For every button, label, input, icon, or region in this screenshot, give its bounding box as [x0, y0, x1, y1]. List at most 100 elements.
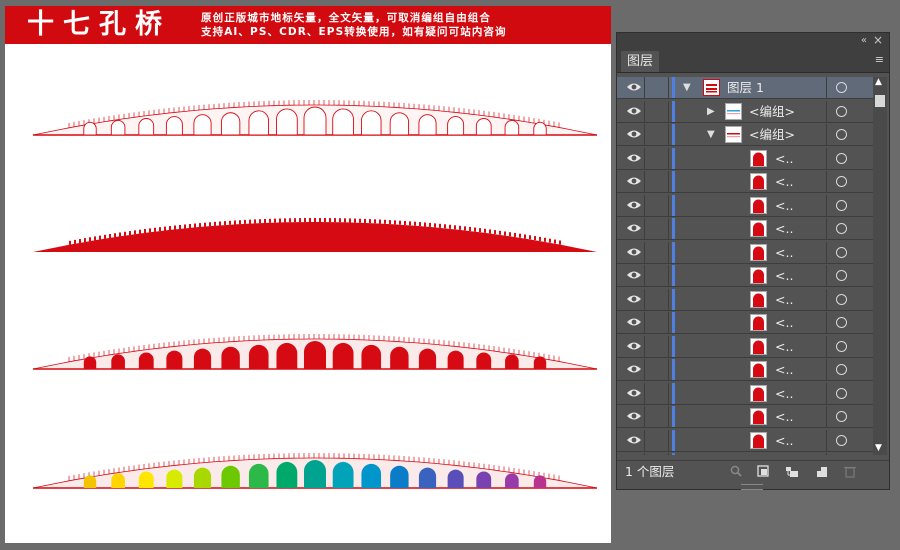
path-name[interactable]: <..: [775, 408, 793, 425]
visibility-toggle[interactable]: [623, 335, 645, 357]
visibility-eye-icon[interactable]: [626, 317, 642, 327]
path-row[interactable]: <..: [617, 406, 873, 428]
close-panel-icon[interactable]: ×: [873, 33, 883, 48]
artboard[interactable]: 十七孔桥 原创正版城市地标矢量，全文矢量，可取消编组自由组合 支持AI、PS、C…: [5, 6, 611, 543]
visibility-eye-icon[interactable]: [626, 247, 642, 257]
visibility-toggle[interactable]: [623, 147, 645, 169]
path-name[interactable]: <..: [775, 220, 793, 237]
panel-menu-icon[interactable]: ≡: [875, 53, 884, 67]
lock-toggle[interactable]: [645, 265, 669, 286]
visibility-toggle[interactable]: [623, 77, 645, 98]
target-circle-icon[interactable]: [836, 411, 847, 422]
visibility-eye-icon[interactable]: [626, 176, 642, 186]
visibility-toggle[interactable]: [623, 265, 645, 286]
target-circle-icon[interactable]: [836, 176, 847, 187]
path-name[interactable]: <..: [775, 314, 793, 331]
path-name[interactable]: <..: [775, 338, 793, 355]
visibility-toggle[interactable]: [623, 288, 645, 310]
delete-layer-icon[interactable]: [843, 465, 857, 478]
visibility-toggle[interactable]: [623, 124, 645, 145]
path-row[interactable]: <..: [617, 194, 873, 217]
lock-toggle[interactable]: [645, 359, 669, 380]
target-circle-icon[interactable]: [836, 246, 847, 258]
visibility-eye-icon[interactable]: [626, 364, 642, 374]
path-row[interactable]: <..: [617, 382, 873, 405]
visibility-toggle[interactable]: [623, 194, 645, 216]
tab-layers[interactable]: 图层: [621, 51, 660, 72]
target-circle-icon[interactable]: [836, 270, 847, 281]
visibility-eye-icon[interactable]: [626, 270, 642, 280]
path-row[interactable]: <..: [617, 429, 873, 452]
visibility-eye-icon[interactable]: [626, 294, 642, 304]
layer-row[interactable]: ▼ 图层 1: [617, 77, 873, 99]
path-row[interactable]: <..: [617, 359, 873, 381]
path-row[interactable]: <..: [617, 335, 873, 358]
path-row[interactable]: <..: [617, 288, 873, 311]
visibility-toggle[interactable]: [623, 359, 645, 380]
visibility-eye-icon[interactable]: [626, 341, 642, 351]
visibility-toggle[interactable]: [623, 171, 645, 192]
path-name[interactable]: <..: [775, 244, 793, 261]
visibility-toggle[interactable]: [623, 429, 645, 451]
visibility-toggle[interactable]: [623, 241, 645, 263]
create-sublayer-icon[interactable]: [785, 465, 799, 478]
path-name[interactable]: <..: [775, 197, 793, 214]
path-name[interactable]: <..: [775, 150, 793, 167]
visibility-toggle[interactable]: [623, 100, 645, 122]
lock-toggle[interactable]: [645, 406, 669, 427]
visibility-toggle[interactable]: [623, 218, 645, 239]
path-row[interactable]: <..: [617, 171, 873, 193]
new-layer-icon[interactable]: [815, 465, 829, 478]
chevron-right-icon[interactable]: ▶: [707, 104, 715, 119]
target-circle-icon[interactable]: [836, 82, 847, 93]
path-row[interactable]: <..: [617, 453, 873, 455]
path-row[interactable]: <..: [617, 218, 873, 240]
scroll-thumb[interactable]: [875, 95, 885, 107]
group-row[interactable]: ▶ <编组>: [617, 100, 873, 123]
chevron-down-icon[interactable]: ▼: [707, 127, 715, 142]
target-circle-icon[interactable]: [836, 434, 847, 446]
target-circle-icon[interactable]: [836, 293, 847, 305]
make-clipping-mask-icon[interactable]: [757, 465, 771, 478]
path-row[interactable]: <..: [617, 241, 873, 264]
path-row[interactable]: <..: [617, 147, 873, 170]
chevron-down-icon[interactable]: ▼: [683, 80, 691, 95]
layer-list-scrollbar[interactable]: ▲ ▼: [873, 77, 887, 455]
visibility-eye-icon[interactable]: [626, 153, 642, 163]
locate-object-icon[interactable]: [729, 465, 743, 478]
group-row[interactable]: ▼ <编组>: [617, 124, 873, 146]
visibility-eye-icon[interactable]: [626, 129, 642, 139]
path-name[interactable]: <..: [775, 291, 793, 308]
path-name[interactable]: <..: [775, 385, 793, 402]
target-circle-icon[interactable]: [836, 152, 847, 164]
visibility-eye-icon[interactable]: [626, 435, 642, 445]
visibility-eye-icon[interactable]: [626, 82, 642, 92]
panel-title-bar[interactable]: « ×: [617, 33, 889, 50]
target-circle-icon[interactable]: [836, 129, 847, 140]
lock-toggle[interactable]: [645, 312, 669, 333]
target-circle-icon[interactable]: [836, 105, 847, 117]
lock-toggle[interactable]: [645, 288, 669, 310]
visibility-eye-icon[interactable]: [626, 200, 642, 210]
scroll-up-arrow-icon[interactable]: ▲: [875, 77, 882, 87]
visibility-toggle[interactable]: [623, 406, 645, 427]
target-circle-icon[interactable]: [836, 199, 847, 211]
lock-toggle[interactable]: [645, 171, 669, 192]
lock-toggle[interactable]: [645, 77, 669, 98]
path-name[interactable]: <..: [775, 267, 793, 284]
target-circle-icon[interactable]: [836, 387, 847, 399]
path-name[interactable]: <..: [775, 432, 793, 449]
group-name[interactable]: <编组>: [749, 103, 795, 120]
lock-toggle[interactable]: [645, 100, 669, 122]
panel-resize-grip[interactable]: [741, 484, 763, 490]
scroll-down-arrow-icon[interactable]: ▼: [875, 443, 882, 453]
visibility-eye-icon[interactable]: [626, 223, 642, 233]
visibility-eye-icon[interactable]: [626, 106, 642, 116]
target-circle-icon[interactable]: [836, 317, 847, 328]
collapse-panel-icon[interactable]: «: [861, 34, 867, 48]
visibility-toggle[interactable]: [623, 453, 645, 455]
group-name[interactable]: <编组>: [749, 126, 795, 143]
path-row[interactable]: <..: [617, 265, 873, 287]
path-name[interactable]: <..: [775, 361, 793, 378]
lock-toggle[interactable]: [645, 335, 669, 357]
